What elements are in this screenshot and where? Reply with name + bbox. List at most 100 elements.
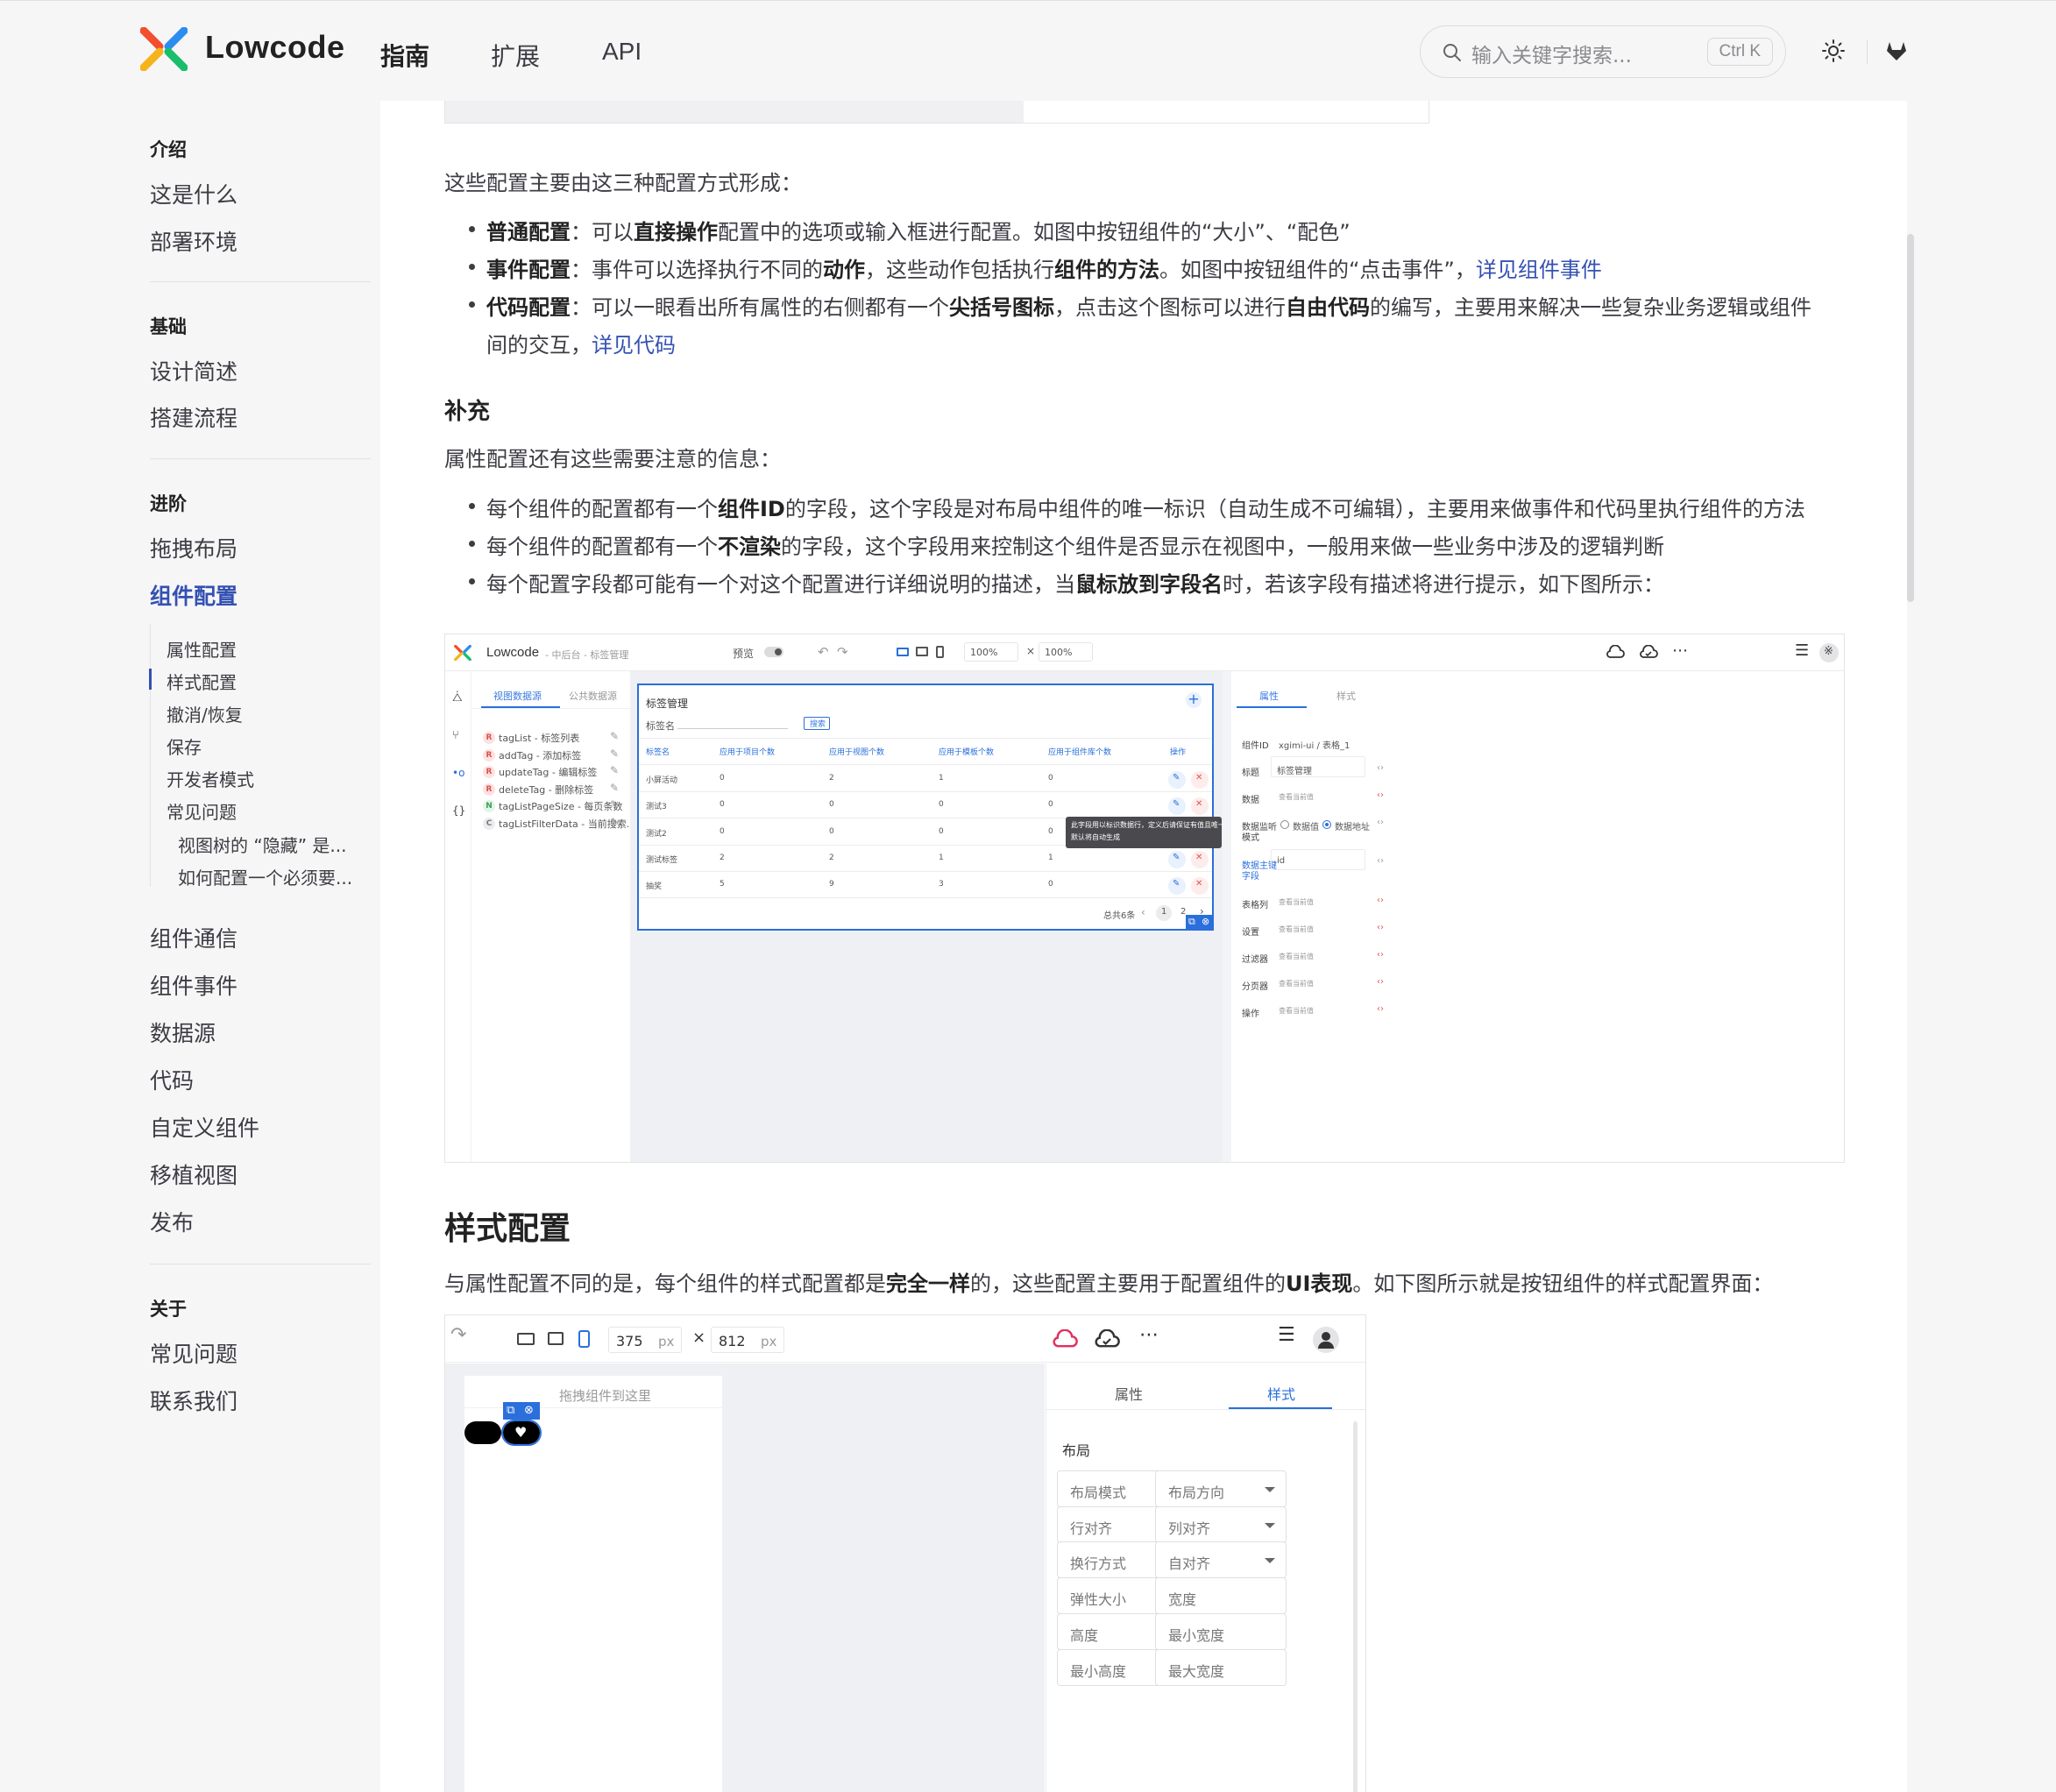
copy-icon[interactable]: ⧉ — [507, 1404, 514, 1417]
style-field[interactable]: 布局方向 — [1155, 1470, 1287, 1507]
edit-icon[interactable]: ✎ — [610, 798, 619, 811]
style-field[interactable]: 列对齐 — [1155, 1505, 1287, 1543]
sidebar-item[interactable]: 发布 — [150, 1206, 194, 1237]
sidebar-item[interactable]: 设计简述 — [150, 355, 238, 386]
tab-props[interactable]: 属性 — [1259, 689, 1279, 703]
delete-icon[interactable]: ⊗ — [1202, 916, 1209, 927]
code-icon[interactable]: ‹› — [1377, 1004, 1384, 1014]
source-item[interactable]: deleteTag - 删除标签 — [499, 783, 593, 797]
prop-input[interactable] — [1271, 849, 1365, 870]
undo-icon[interactable]: ↶ — [818, 644, 829, 660]
style-field[interactable]: 宽度 — [1155, 1577, 1287, 1615]
source-item[interactable]: tagList - 标签列表 — [499, 731, 579, 745]
selected-button-component[interactable]: ♥ — [501, 1420, 542, 1446]
menu-icon[interactable]: ☰ — [1795, 641, 1809, 660]
button-component[interactable] — [464, 1421, 501, 1444]
sidebar-item[interactable]: 这是什么 — [150, 178, 238, 209]
prop-value[interactable]: 查看当前值 — [1279, 1006, 1314, 1016]
cloud-check-icon[interactable] — [1639, 645, 1658, 659]
sidebar-item[interactable]: 部署环境 — [150, 225, 238, 257]
sidebar-subitem[interactable]: 开发者模式 — [167, 766, 254, 791]
code-icon[interactable]: ‹› — [1377, 950, 1384, 960]
tab-style[interactable]: 样式 — [1336, 689, 1356, 703]
brand-name[interactable]: Lowcode — [205, 29, 345, 66]
gitlab-icon[interactable] — [1884, 39, 1909, 63]
delete-icon[interactable]: ⊗ — [524, 1404, 534, 1417]
edit-row-button[interactable]: ✎ — [1168, 797, 1186, 816]
lowcode-logo-icon[interactable] — [140, 27, 188, 71]
sidebar-item[interactable]: 拖拽布局 — [150, 532, 238, 563]
sidebar-subsubitem[interactable]: 视图树的 “隐藏” 是... — [178, 832, 347, 857]
code-icon[interactable]: ‹› — [1377, 763, 1384, 773]
tab-props[interactable]: 属性 — [1115, 1383, 1143, 1404]
cloud-icon[interactable] — [1606, 645, 1625, 659]
components-icon[interactable]: ⧊ — [452, 691, 463, 705]
prop-value[interactable]: 查看当前值 — [1279, 897, 1314, 907]
edit-row-button[interactable]: ✎ — [1168, 850, 1186, 868]
prop-value[interactable]: 查看当前值 — [1279, 979, 1314, 988]
delete-row-button[interactable]: ✕ — [1191, 850, 1209, 868]
avatar[interactable] — [1313, 1327, 1339, 1353]
copy-icon[interactable]: ⧉ — [1188, 916, 1195, 928]
menu-icon[interactable]: ☰ — [1278, 1324, 1295, 1346]
cloud-check-icon[interactable] — [1094, 1329, 1120, 1349]
sidebar-subitem[interactable]: 属性配置 — [167, 636, 237, 662]
nav-link-extend[interactable]: 扩展 — [491, 38, 540, 73]
redo-icon[interactable]: ↷ — [450, 1324, 466, 1346]
sidebar-item[interactable]: 联系我们 — [150, 1385, 238, 1416]
style-field[interactable]: 最小宽度 — [1155, 1612, 1287, 1650]
delete-row-button[interactable]: ✕ — [1191, 877, 1209, 896]
width-input[interactable]: 375 px — [608, 1327, 682, 1353]
zoom-input-1[interactable]: 100% — [964, 642, 1018, 662]
search-box[interactable]: 输入关键字搜索... Ctrl K — [1420, 25, 1786, 78]
add-icon[interactable]: + — [1186, 692, 1202, 708]
filter-input[interactable] — [677, 728, 788, 729]
code-braces-icon[interactable]: {} — [452, 804, 465, 817]
preview-toggle[interactable] — [764, 647, 783, 657]
style-field[interactable]: 最大宽度 — [1155, 1648, 1287, 1686]
table-component[interactable]: 标签管理 + 标签名 搜索 标签名 应用于项目个数 应用于视图个数 应用于模板个数 应用… — [637, 684, 1214, 931]
tab-public-datasource[interactable]: 公共数据源 — [569, 689, 617, 703]
scrollbar[interactable] — [1353, 1421, 1358, 1792]
sidebar-item[interactable]: 组件通信 — [150, 922, 238, 953]
sidebar-subsubitem[interactable]: 如何配置一个必须要... — [178, 864, 352, 889]
source-item[interactable]: tagListPageSize - 每页条数 — [499, 799, 622, 813]
prop-value[interactable]: 查看当前值 — [1279, 924, 1314, 934]
sidebar-item[interactable]: 自定义组件 — [150, 1111, 259, 1143]
edit-row-button[interactable]: ✎ — [1168, 771, 1186, 789]
link-component-events[interactable]: 详见组件事件 — [1476, 258, 1602, 282]
edit-row-button[interactable]: ✎ — [1168, 877, 1186, 896]
redo-icon[interactable]: ↷ — [837, 644, 848, 660]
sidebar-subitem[interactable]: 保存 — [167, 733, 202, 759]
nav-link-api[interactable]: API — [602, 38, 642, 66]
sidebar-subitem[interactable]: 样式配置 — [167, 669, 237, 694]
edit-icon[interactable]: ✎ — [610, 764, 619, 776]
sun-icon[interactable] — [1821, 39, 1846, 63]
code-icon[interactable]: ‹› — [1377, 856, 1384, 866]
tab-view-datasource[interactable]: 视图数据源 — [493, 689, 542, 703]
source-item[interactable]: updateTag - 编辑标签 — [499, 765, 597, 779]
sidebar-item[interactable]: 搭建流程 — [150, 401, 238, 433]
radio-data-value[interactable] — [1280, 820, 1289, 829]
sidebar-subitem[interactable]: 撤消/恢复 — [167, 701, 243, 726]
sidebar-item[interactable]: 代码 — [150, 1064, 194, 1095]
zoom-input-2[interactable]: 100% — [1039, 642, 1093, 662]
page-1[interactable]: 1 — [1156, 905, 1172, 921]
sidebar-item[interactable]: 常见问题 — [150, 1337, 238, 1369]
delete-row-button[interactable]: ✕ — [1191, 771, 1209, 789]
cloud-upload-icon[interactable] — [1052, 1329, 1078, 1349]
more-icon[interactable]: ⋯ — [1672, 641, 1688, 660]
laptop-icon[interactable] — [897, 648, 909, 656]
sidebar-item[interactable]: 移植视图 — [150, 1158, 238, 1190]
nav-link-guide[interactable]: 指南 — [380, 38, 429, 73]
height-input[interactable]: 812 px — [711, 1327, 784, 1353]
source-item[interactable]: addTag - 添加标签 — [499, 748, 581, 762]
edit-icon[interactable]: ✎ — [610, 730, 619, 742]
avatar[interactable]: ※ — [1819, 643, 1839, 662]
sidebar-item[interactable]: 组件事件 — [150, 969, 238, 1001]
mobile-icon[interactable] — [936, 646, 944, 658]
delete-row-button[interactable]: ✕ — [1191, 797, 1209, 816]
link-code[interactable]: 详见代码 — [592, 333, 676, 358]
code-icon[interactable]: ‹› — [1377, 896, 1384, 905]
edit-icon[interactable]: ✎ — [610, 747, 619, 760]
